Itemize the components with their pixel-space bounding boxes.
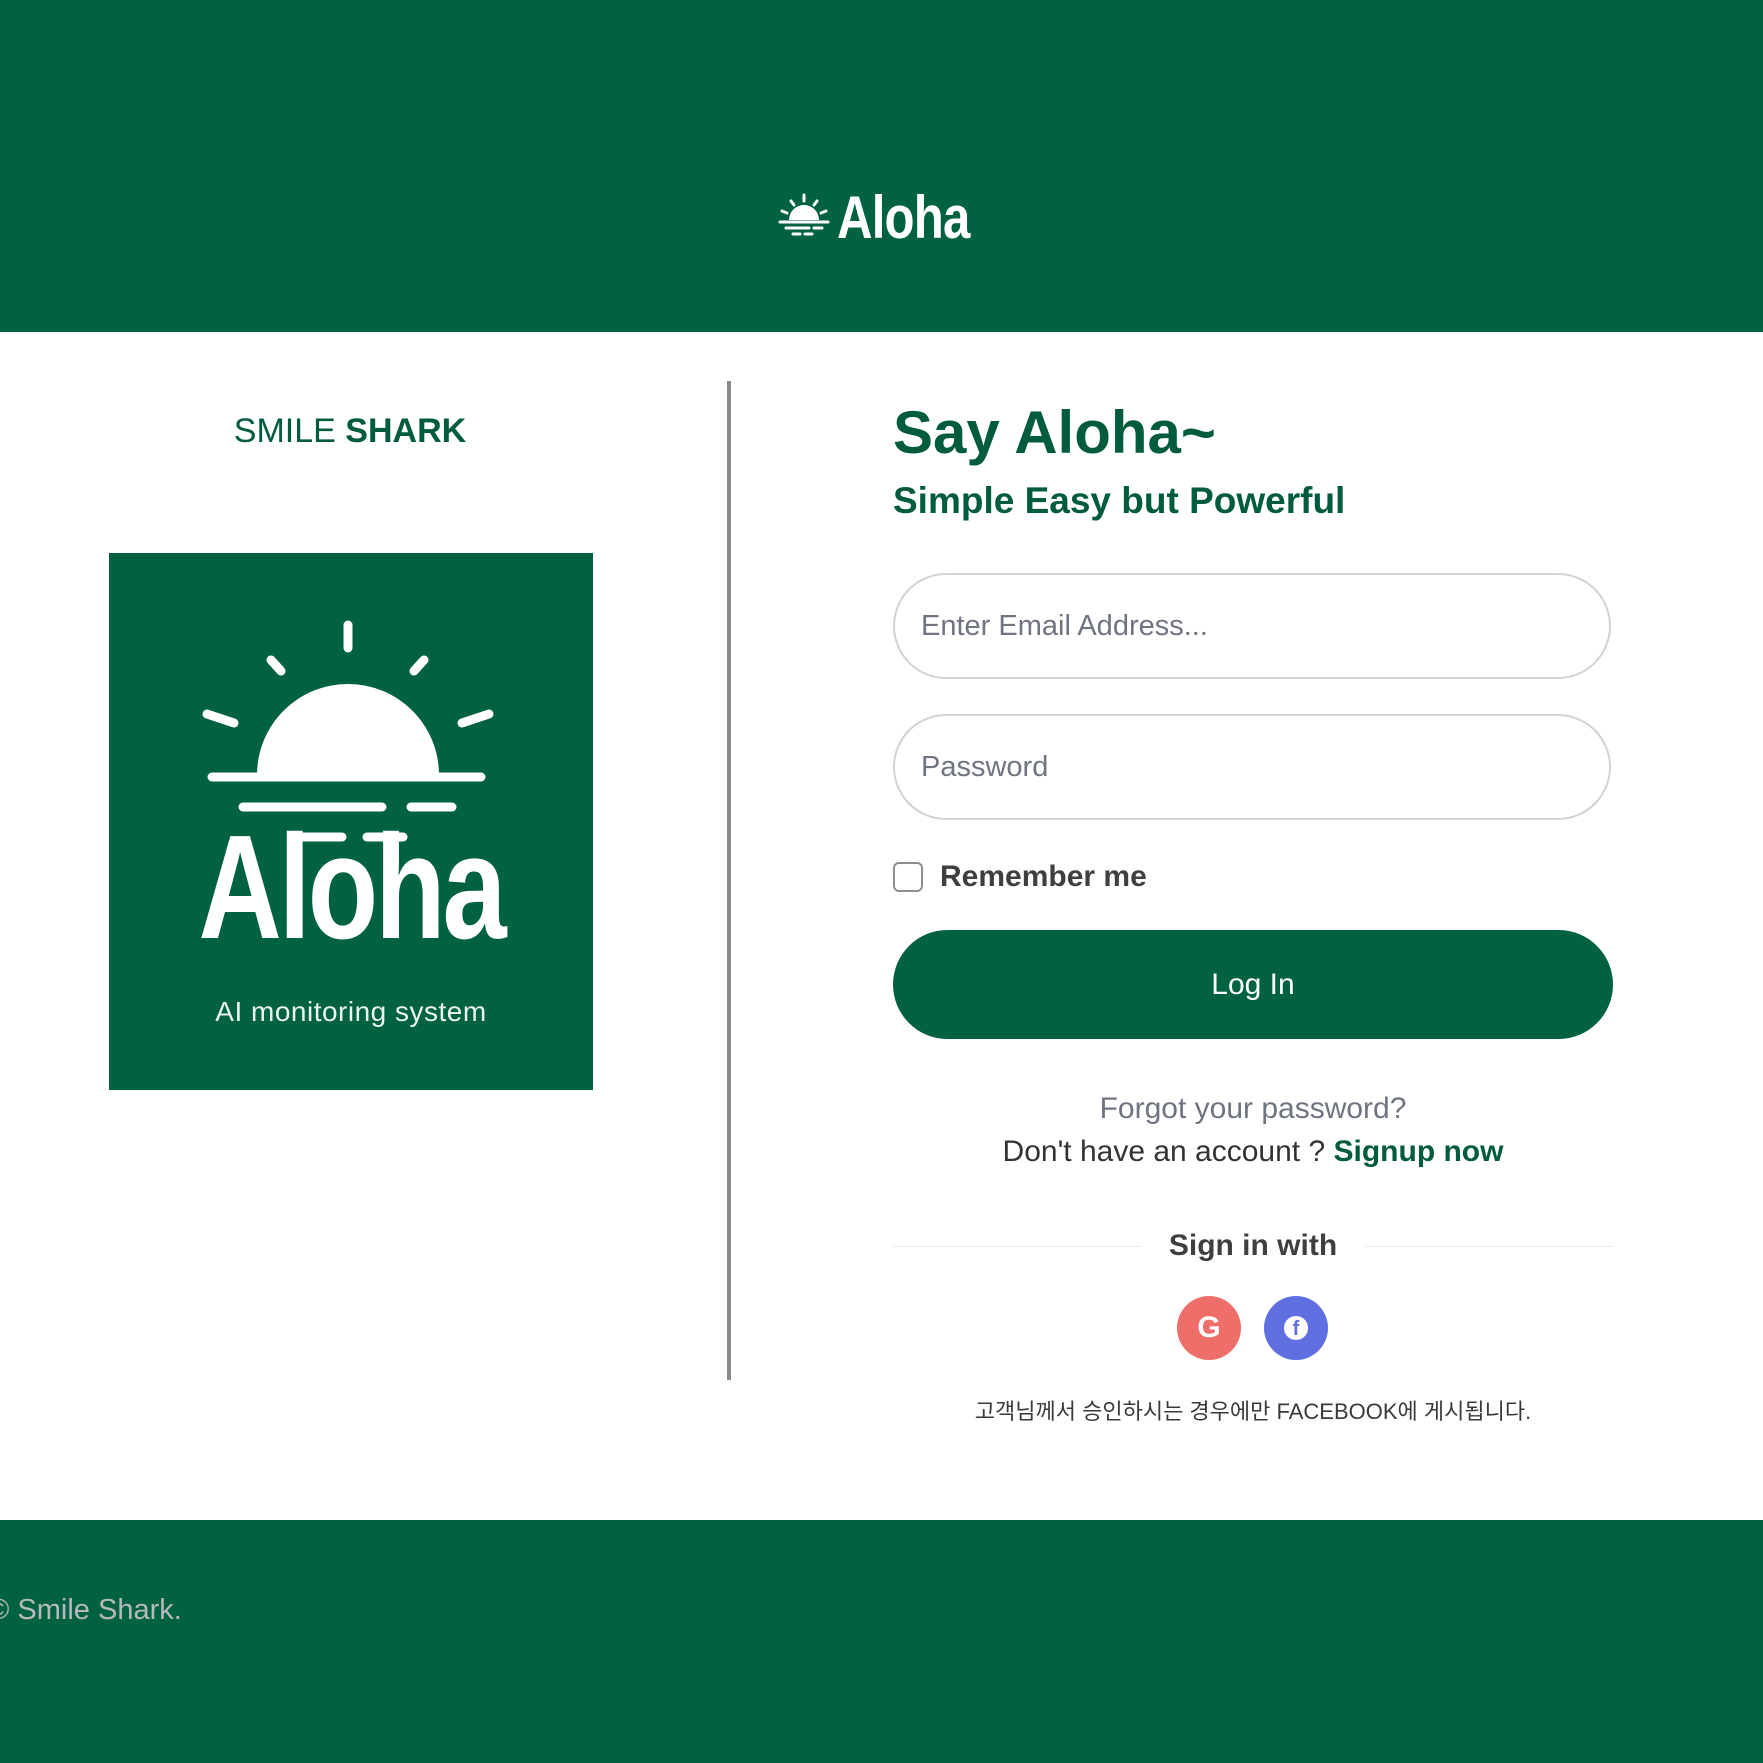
sign-in-with-divider: Sign in with [893,1226,1613,1266]
forgot-password-link[interactable]: Forgot your password? [893,1092,1613,1126]
company-name: SMILE SHARK [110,412,590,451]
remember-me-label: Remember me [940,860,1147,893]
header-logo[interactable]: Aloha [775,182,999,252]
signup-prompt: Don't have an account ? Signup now [893,1135,1613,1169]
sign-in-with-label: Sign in with [1168,1229,1338,1262]
company-name-part1: SMILE [233,412,336,450]
page-subtitle: Simple Easy but Powerful [893,480,1346,521]
company-name-part2: SHARK [345,412,467,450]
remember-me[interactable]: Remember me [893,860,1147,894]
remember-me-checkbox[interactable] [893,862,923,892]
facebook-icon: f [1284,1316,1308,1340]
vertical-divider [727,381,731,1380]
sunrise-icon [778,193,830,236]
divider-line-right [1365,1245,1613,1247]
header-brand: Aloha [837,183,970,251]
no-account-text: Don't have an account ? [1002,1135,1326,1168]
logo-tagline: AI monitoring system [215,996,487,1027]
page-title: Say Aloha~ [893,399,1216,466]
email-input[interactable] [893,573,1611,679]
top-header: Aloha [0,0,1763,332]
google-icon: G [1197,1311,1221,1344]
divider-line-left [893,1245,1141,1247]
facebook-notice: 고객님께서 승인하시는 경우에만 FACEBOOK에 게시됩니다. [974,1399,1532,1424]
facebook-signin-button[interactable]: f [1264,1296,1328,1360]
footer [0,1520,1763,1763]
password-input[interactable] [893,714,1611,820]
sunrise-icon [202,620,494,812]
google-signin-button[interactable]: G [1177,1296,1241,1360]
app-logo: Aloha AI monitoring system [109,553,593,1090]
copyright: © Smile Shark. [0,1594,182,1626]
login-button[interactable]: Log In [893,930,1613,1039]
logo-brand: Aloha [198,805,506,970]
signup-link[interactable]: Signup now [1334,1135,1504,1168]
